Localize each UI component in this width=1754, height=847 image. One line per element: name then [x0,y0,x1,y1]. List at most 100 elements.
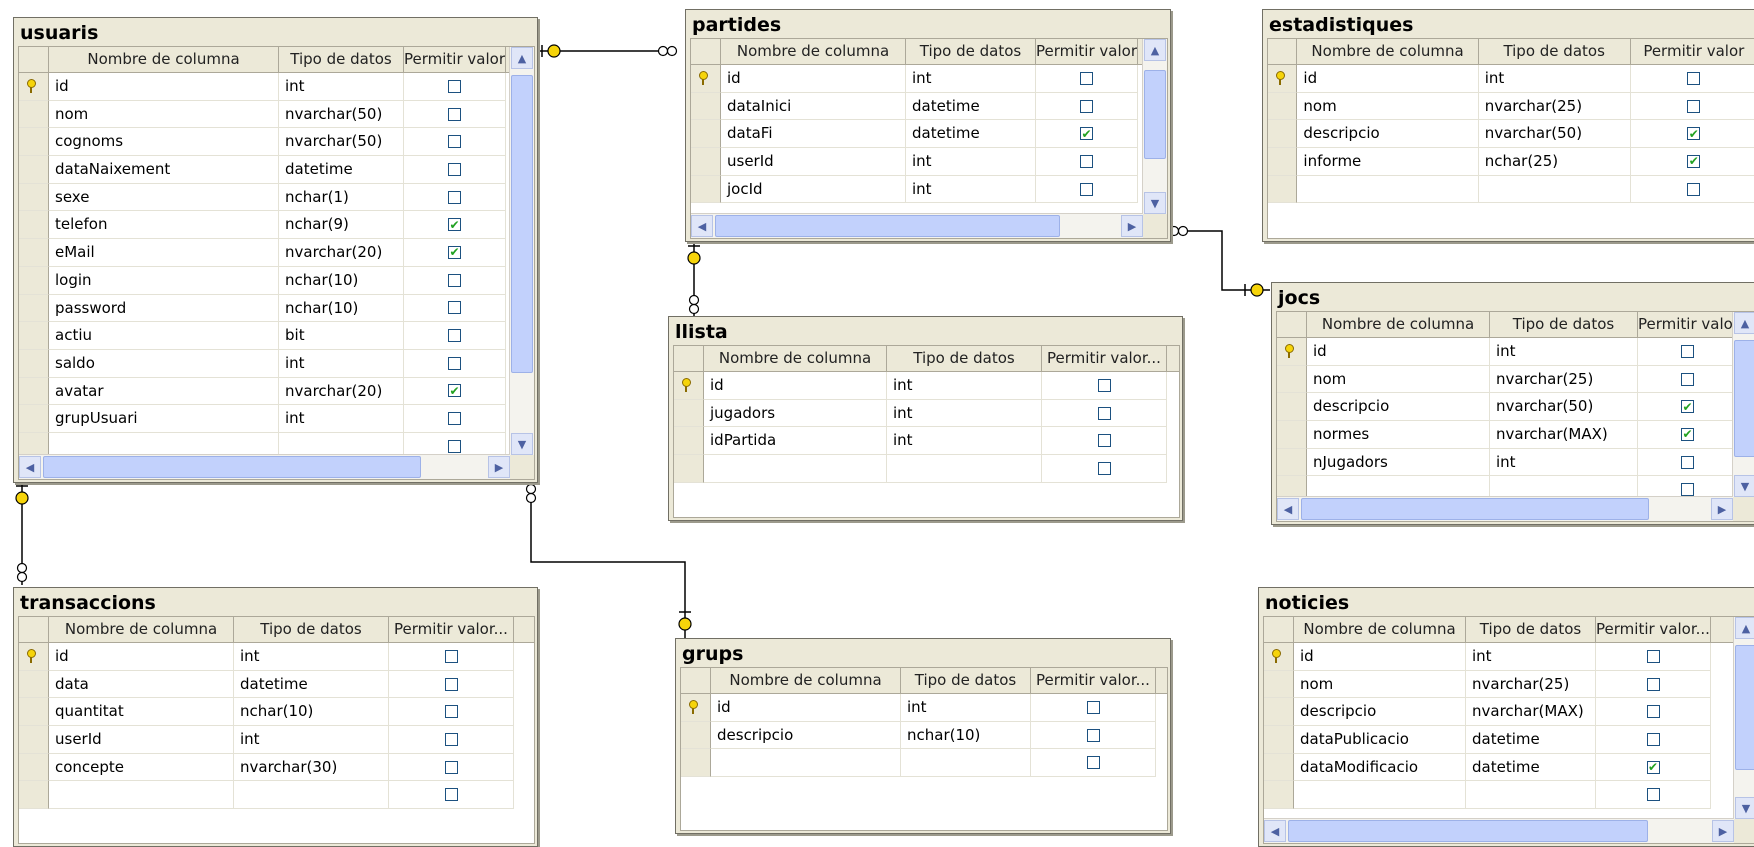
unchecked-checkbox[interactable] [1097,406,1111,420]
row-selector[interactable] [674,372,704,400]
allow-nulls-cell[interactable] [404,294,506,323]
unchecked-checkbox[interactable] [1681,344,1694,358]
column-name[interactable]: telefon [49,211,279,240]
row-selector[interactable] [674,399,704,428]
row-selector[interactable] [691,120,721,149]
row-selector[interactable] [19,73,49,101]
column-type[interactable] [901,749,1031,778]
column-row[interactable]: dataNaixement datetime [19,156,534,184]
column-row[interactable]: idPartida int [674,427,1179,456]
column-row[interactable]: avatar nvarchar(20) ✔ [19,377,534,406]
column-name[interactable]: dataPublicacio [1294,726,1466,754]
column-row[interactable]: nJugadors int [1277,448,1754,477]
column-type[interactable]: int [906,148,1036,176]
column-name[interactable]: id [1307,338,1490,366]
allow-nulls-cell[interactable] [404,73,506,101]
unchecked-checkbox[interactable] [448,439,461,453]
unchecked-checkbox[interactable] [1687,99,1701,113]
scroll-down-icon[interactable]: ▼ [1735,797,1754,819]
checked-checkbox[interactable]: ✔ [1080,127,1093,141]
allow-nulls-cell[interactable] [1031,694,1156,722]
row-selector[interactable] [691,175,721,204]
unchecked-checkbox[interactable] [444,788,458,802]
scroll-up-icon[interactable]: ▲ [1735,617,1754,639]
checked-checkbox[interactable]: ✔ [448,218,461,232]
column-row[interactable]: id int [1268,65,1754,93]
row-selector[interactable] [19,266,49,295]
allow-nulls-cell[interactable] [1630,93,1754,121]
checked-checkbox[interactable]: ✔ [1687,127,1701,141]
row-selector[interactable] [19,128,49,157]
column-row[interactable]: informe nchar(25) ✔ [1268,148,1754,176]
column-row[interactable]: userId int [691,148,1167,176]
column-name[interactable] [49,781,234,810]
column-type[interactable]: nchar(10) [901,721,1031,750]
column-row[interactable]: dataModificacio datetime ✔ [1264,753,1754,782]
empty-row[interactable] [19,781,534,810]
column-type[interactable]: datetime [906,92,1036,121]
allow-nulls-cell[interactable] [389,781,514,810]
row-selector[interactable] [19,211,49,240]
empty-row[interactable] [1264,781,1754,810]
column-row[interactable]: nom nvarchar(25) [1277,365,1754,394]
table-jocs[interactable]: jocs Nombre de columna Tipo de datos Permit… [1271,282,1754,525]
column-row[interactable]: concepte nvarchar(30) [19,753,534,782]
column-name[interactable]: cognoms [49,128,279,157]
horizontal-scroll-thumb[interactable] [43,456,422,478]
column-row[interactable]: nom nvarchar(25) [1268,92,1754,121]
column-type[interactable]: int [887,427,1042,456]
allow-nulls-cell[interactable] [1596,643,1711,671]
column-name[interactable]: jocId [721,175,906,204]
row-selector[interactable] [1264,781,1294,810]
empty-row[interactable] [681,749,1167,778]
unchecked-checkbox[interactable] [1687,71,1701,85]
row-selector[interactable] [1264,643,1294,671]
unchecked-checkbox[interactable] [1681,455,1694,469]
column-type[interactable]: datetime [234,670,389,699]
allow-nulls-cell[interactable] [1596,726,1711,754]
allow-nulls-cell[interactable]: ✔ [404,239,506,267]
column-name[interactable]: concepte [49,753,234,782]
scroll-up-icon[interactable]: ▲ [511,47,533,69]
allow-nulls-cell[interactable]: ✔ [404,377,506,406]
unchecked-checkbox[interactable] [1086,728,1100,742]
column-name[interactable]: quantitat [49,698,234,727]
row-selector[interactable] [19,753,49,782]
column-type[interactable]: int [906,175,1036,204]
allow-nulls-cell[interactable] [389,698,514,727]
column-row[interactable]: login nchar(10) [19,266,534,295]
row-selector[interactable] [19,349,49,378]
column-name[interactable]: descripcio [1297,120,1479,149]
column-type[interactable]: int [279,405,404,433]
column-type[interactable]: nvarchar(50) [1490,393,1638,422]
vertical-scrollbar[interactable]: ▲ ▼ [1732,312,1754,497]
column-row[interactable]: eMail nvarchar(20) ✔ [19,239,534,267]
horizontal-scrollbar[interactable]: ◀ ▶ [1277,496,1733,521]
row-selector[interactable] [674,455,704,483]
column-row[interactable]: telefon nchar(9) ✔ [19,211,534,240]
unchecked-checkbox[interactable] [1086,756,1100,770]
column-row[interactable]: normes nvarchar(MAX) ✔ [1277,421,1754,449]
column-row[interactable]: id int [19,643,534,671]
allow-nulls-cell[interactable] [389,643,514,671]
scroll-left-icon[interactable]: ◀ [691,215,713,237]
allow-nulls-cell[interactable] [1638,365,1738,394]
column-type[interactable] [1478,175,1631,204]
unchecked-checkbox[interactable] [1646,732,1660,746]
unchecked-checkbox[interactable] [1080,182,1093,196]
empty-row[interactable] [674,455,1179,483]
row-selector[interactable] [1277,365,1307,394]
checked-checkbox[interactable]: ✔ [1681,400,1694,414]
scroll-left-icon[interactable]: ◀ [1277,498,1299,520]
allow-nulls-cell[interactable]: ✔ [1596,753,1711,782]
column-name[interactable]: login [49,266,279,295]
row-selector[interactable] [1264,753,1294,782]
row-selector[interactable] [681,694,711,722]
unchecked-checkbox[interactable] [448,329,461,343]
column-type[interactable]: nvarchar(30) [234,753,389,782]
scroll-down-icon[interactable]: ▼ [1734,475,1754,497]
column-name[interactable]: saldo [49,349,279,378]
column-name[interactable] [1297,175,1479,204]
checked-checkbox[interactable]: ✔ [1681,427,1694,441]
column-name[interactable]: idPartida [704,427,887,456]
